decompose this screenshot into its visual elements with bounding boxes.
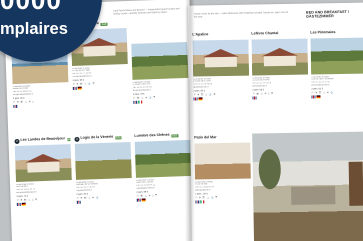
listing-photo xyxy=(134,139,192,178)
flag-de-icon xyxy=(198,97,203,101)
language-flags xyxy=(195,200,251,204)
eco-badge: B&B xyxy=(66,137,71,141)
listing-title: Les Landes de Beauvijour xyxy=(20,136,66,142)
listing-price: 2 pers. 110 € xyxy=(195,192,208,196)
door-shape xyxy=(348,161,363,206)
listing-number: 3 xyxy=(74,136,80,142)
listing-header: Patio del Mar xyxy=(194,134,250,143)
feature-photo xyxy=(252,131,363,241)
language-flags xyxy=(76,199,133,204)
language-flags xyxy=(72,85,129,90)
listing-card: 2 Les Landes de Beauvijour B&B Chambres d'h… xyxy=(14,135,73,237)
magazine-spread: Land Nord-Ostsee and beyond — independen… xyxy=(0,0,363,241)
listing-photo xyxy=(251,38,309,76)
copies-number: 0000 xyxy=(0,0,62,15)
eco-badge: B&B xyxy=(171,133,179,138)
listing-header: Les Pinomaies xyxy=(310,29,363,38)
flag-uk-icon xyxy=(252,96,257,100)
flag-uk-icon xyxy=(136,198,141,202)
copies-label: mplaires xyxy=(0,20,68,38)
flag-uk-icon xyxy=(16,203,21,206)
listing-photo xyxy=(14,144,72,183)
listing-details: Chambres d'hôtes 12 rue de la Plage Tél. 0… xyxy=(72,66,128,79)
flag-de-icon xyxy=(21,202,26,206)
listing-card: Chambres d'hôtes 4 chemin des Pins Tél. 02… xyxy=(131,33,190,135)
listing-title: Logis de la Vénerie xyxy=(80,134,114,140)
flag-it-icon xyxy=(200,200,205,204)
listing-card: L'Apaline Chambres d'hôtes 8 route de la C… xyxy=(192,31,250,132)
listing-price: 2 pers. 68 € xyxy=(252,88,264,92)
flag-uk-icon xyxy=(311,95,316,99)
listing-details: Chambres d'hôtes Route du Phare Tél. 02 31… xyxy=(13,84,69,97)
language-flags xyxy=(193,97,249,101)
flag-it-icon xyxy=(138,100,143,104)
eco-badge: B&B xyxy=(100,22,108,26)
flag-de-icon xyxy=(77,86,82,90)
listing-card: 3 Logis de la Vénerie B&B Chambres d'hôtes H… xyxy=(74,133,133,235)
listing-photo xyxy=(192,39,250,77)
flag-de-icon xyxy=(316,95,321,99)
listing-details: Chambres d'hôtes 4 chemin des Pins Tél. 02… xyxy=(132,79,188,92)
listing-card: Les Pinomaies Chambres d'hôtes Chemin des … xyxy=(310,29,363,130)
language-flags xyxy=(133,99,189,104)
stone-wall-shape xyxy=(291,186,336,205)
flag-uk-icon xyxy=(13,105,18,108)
listing-header: Lefèvre Chantal xyxy=(251,30,307,39)
listing-photo xyxy=(310,37,363,75)
eco-badge: B&B xyxy=(115,135,122,140)
listing-title: Lefèvre Chantal xyxy=(251,31,279,36)
flag-uk-icon xyxy=(195,200,200,204)
listing-details: Chambres d'hôtes Allée des Chênes Tél. 02 … xyxy=(136,177,192,190)
section-title: BED AND BREAKFAST / GÄSTEZIMMER xyxy=(305,9,350,19)
listing-details: Chambres d'hôtes La Grande Ferme Tél. 02 3… xyxy=(252,76,308,88)
listing-number: 2 xyxy=(14,138,20,144)
language-flags xyxy=(13,103,69,108)
house-wall-shape xyxy=(204,56,237,68)
listing-photo xyxy=(131,41,189,80)
right-intro-text: Guest rooms by the sea — quiet addresses… xyxy=(194,11,289,19)
language-flags xyxy=(311,95,363,99)
left-intro-text: Land Nord-Ostsee and beyond — independen… xyxy=(113,8,180,16)
listing-price: 2 pers. 80 € xyxy=(193,90,205,93)
listing-details: Chambres d'hôtes Hameau de la Vénerie Tél.… xyxy=(76,179,132,192)
listing-details: Chambres d'hôtes Les Landes Tél. 02 31 61 … xyxy=(16,182,72,195)
language-flags xyxy=(252,96,308,100)
listing-title: Les Pinomaies xyxy=(310,30,336,35)
listing-details: Chambres d'hôtes Chemin des Pinomaies Tél.… xyxy=(311,75,363,87)
flag-uk-icon xyxy=(72,87,77,90)
listing-title: Patio del Mar xyxy=(194,135,217,140)
flag-uk-icon xyxy=(76,200,81,204)
listing-photo xyxy=(74,141,132,180)
listing-details: Chambres d'hôtes Front de Mer Tél. 02 31 6… xyxy=(195,180,251,192)
listing-details: Chambres d'hôtes 8 route de la Côte Tél. 0… xyxy=(193,77,249,89)
language-flags xyxy=(16,201,73,206)
book-spine-shadow xyxy=(185,0,195,241)
house-wall-shape xyxy=(27,161,60,173)
listing-price: 2 pers. 92 € xyxy=(311,87,323,91)
house-wall-shape xyxy=(263,55,296,67)
listing-header: L'Apaline xyxy=(192,31,248,40)
listing-card: Patio del Mar Chambres d'hôtes Front de Me… xyxy=(194,134,252,235)
flag-de-icon xyxy=(141,198,146,202)
tree-shape xyxy=(258,149,282,190)
house-wall-shape xyxy=(83,45,116,57)
right-page: BED AND BREAKFAST / GÄSTEZIMMER Guest ro… xyxy=(187,2,363,241)
flag-uk-icon xyxy=(133,100,138,104)
listing-photo xyxy=(194,142,251,180)
listing-title: Lumière des Chênes xyxy=(134,132,170,138)
listing-card: Lefèvre Chantal Chambres d'hôtes La Grande… xyxy=(251,30,309,131)
